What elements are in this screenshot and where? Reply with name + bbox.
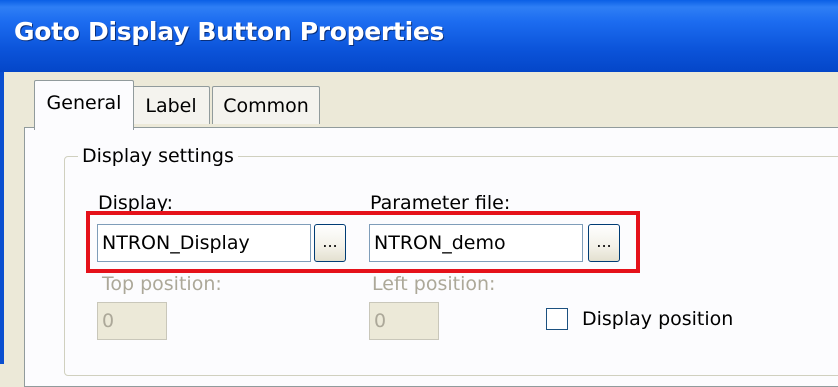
display-browse-button[interactable]: ... [314,224,346,262]
title-bar[interactable]: Goto Display Button Properties [0,0,838,72]
display-input[interactable]: NTRON_Display [97,224,311,262]
left-position-label: Left position: [372,273,496,295]
display-position-label[interactable]: Display position [582,307,733,331]
parameter-file-input[interactable]: NTRON_demo [369,224,583,262]
window-title: Goto Display Button Properties [14,17,445,46]
display-position-checkbox[interactable] [546,308,568,330]
tab-general-label: General [46,92,122,114]
display-settings-heading: Display settings [78,143,238,169]
tab-general[interactable]: General [34,80,134,130]
parameter-file-label: Parameter file: [370,192,511,214]
tab-label-label: Label [145,95,197,117]
left-position-input[interactable]: 0 [369,302,439,340]
tab-common[interactable]: Common [212,86,320,124]
parameter-file-browse-button[interactable]: ... [588,224,620,262]
display-settings-group [64,156,838,376]
tab-common-label: Common [223,95,309,117]
top-position-label: Top position: [102,273,222,295]
tab-label[interactable]: Label [132,86,210,124]
window-frame-left [0,72,4,364]
top-position-input[interactable]: 0 [97,302,167,340]
display-label: Display: [98,192,174,214]
